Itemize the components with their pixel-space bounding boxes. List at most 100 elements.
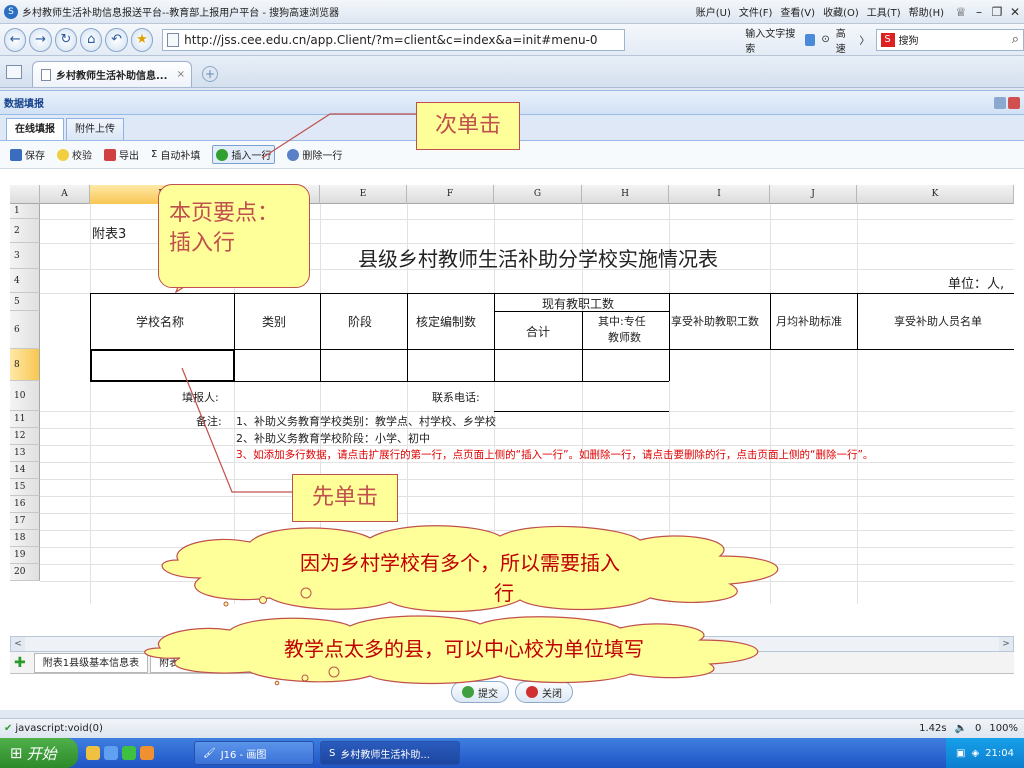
tray-icon[interactable]: ◈ [971, 748, 979, 759]
address-right-tools: 输入文字搜索 ⊙ 高速 〉 [745, 25, 869, 55]
minimize-icon[interactable]: – [970, 5, 988, 19]
close-window-icon[interactable]: ✕ [1006, 5, 1024, 19]
skin-icon[interactable]: ♕ [952, 5, 970, 19]
refresh-icon[interactable]: ↻ [54, 27, 78, 52]
home-icon[interactable]: ⌂ [80, 27, 103, 52]
sheet-tab-2[interactable]: 附表2县级实施情况表 [150, 652, 265, 673]
submit-button[interactable]: 提交 [451, 681, 509, 703]
insert-row-button[interactable]: 插入一行 [212, 145, 276, 164]
taskbar-item-paint[interactable]: 🖌 J16 - 画图 [194, 741, 314, 765]
row-header[interactable]: 6 [10, 311, 40, 349]
panel-close-icon[interactable] [1008, 96, 1020, 109]
start-button[interactable]: ⊞ 开始 [0, 738, 78, 768]
quicklaunch-icon[interactable] [86, 746, 100, 760]
row-header[interactable]: 5 [10, 293, 40, 311]
row-header[interactable]: 8 [10, 349, 40, 381]
network-icon[interactable]: ▣ [956, 748, 965, 759]
new-tab-icon[interactable]: + [202, 66, 218, 82]
clock[interactable]: 21:04 [985, 748, 1014, 759]
windows-logo-icon: ⊞ [10, 744, 23, 762]
quicklaunch-icon[interactable] [122, 746, 136, 760]
panel-restore-icon[interactable] [994, 96, 1006, 109]
row-header[interactable]: 14 [10, 462, 40, 479]
quicklaunch-icon[interactable] [140, 746, 154, 760]
export-button[interactable]: 导出 [104, 147, 139, 162]
add-sheet-icon[interactable]: ✚ [14, 655, 26, 671]
row-header[interactable]: 3 [10, 243, 40, 269]
row-header[interactable]: 13 [10, 445, 40, 462]
row-header[interactable]: 15 [10, 479, 40, 496]
row-header[interactable]: 16 [10, 496, 40, 513]
column-header[interactable]: G [494, 185, 582, 204]
verify-button[interactable]: 校验 [57, 147, 92, 162]
column-header[interactable]: K [857, 185, 1014, 204]
browser-tab[interactable]: 乡村教师生活补助信息... × [32, 61, 192, 87]
search-input[interactable]: S 搜狗 ⌕ [875, 28, 1024, 51]
speed-icon[interactable]: ⊙ [821, 34, 829, 45]
speed-label[interactable]: 高速 [836, 25, 854, 55]
tab-attachment-upload[interactable]: 附件上传 [66, 118, 124, 140]
row-header[interactable]: 17 [10, 513, 40, 530]
tab-online-entry[interactable]: 在线填报 [6, 118, 64, 140]
menu-account[interactable]: 账户(U) [696, 4, 731, 19]
row-header[interactable]: 18 [10, 530, 40, 547]
row-header[interactable]: 11 [10, 411, 40, 428]
menu-favorites[interactable]: 收藏(O) [823, 4, 859, 19]
column-header[interactable]: H [582, 185, 669, 204]
header-monthly-standard: 月均补助标准 [776, 315, 842, 328]
table-border [320, 293, 321, 381]
row-header[interactable]: 1 [10, 204, 40, 219]
quicklaunch-icon[interactable] [104, 746, 118, 760]
table-border [857, 293, 858, 349]
start-label: 开始 [26, 744, 57, 763]
scroll-left-icon[interactable]: < [11, 637, 25, 651]
callout-second-click: 次单击 [416, 102, 520, 150]
sheet-tab-bar: ✚ 附表1县级基本信息表 附表2县级实施情况表 [10, 652, 1014, 674]
column-header[interactable]: I [669, 185, 770, 204]
column-header[interactable]: J [770, 185, 857, 204]
close-button[interactable]: 关闭 [515, 681, 573, 703]
column-header[interactable]: F [407, 185, 494, 204]
corner-cell[interactable] [10, 185, 40, 204]
lightbulb-icon [57, 148, 69, 161]
save-button[interactable]: 保存 [10, 147, 45, 162]
menu-help[interactable]: 帮助(H) [909, 4, 944, 19]
delete-row-button[interactable]: 删除一行 [287, 147, 342, 162]
autofill-button[interactable]: Σ 自动补填 [151, 147, 200, 162]
horizontal-scrollbar[interactable]: < > [10, 636, 1014, 652]
row-header[interactable]: 10 [10, 381, 40, 411]
volume-icon[interactable]: 🔈 [955, 723, 967, 734]
menu-tools[interactable]: 工具(T) [867, 4, 901, 19]
row-header[interactable]: 20 [10, 564, 40, 581]
panel-tools [994, 96, 1020, 109]
status-right: 1.42s 🔈 0 100% [919, 723, 1018, 734]
forward-icon[interactable]: → [29, 27, 52, 52]
url-input[interactable]: http://jss.cee.edu.cn/app.Client/?m=clie… [162, 28, 626, 51]
chevron-right-icon[interactable]: 〉 [860, 32, 870, 47]
menu-view[interactable]: 查看(V) [780, 4, 815, 19]
back-icon[interactable]: ← [4, 27, 27, 52]
sheet-tab-1[interactable]: 附表1县级基本信息表 [33, 652, 149, 673]
taskbar-item-browser[interactable]: S 乡村教师生活补助... [320, 741, 460, 765]
search-icon[interactable]: ⌕ [1012, 32, 1019, 47]
row-header[interactable]: 12 [10, 428, 40, 445]
sidebar-toggle-icon[interactable] [6, 65, 22, 79]
column-header[interactable]: E [320, 185, 407, 204]
table-border [494, 411, 669, 412]
favorite-star-icon[interactable]: ★ [130, 27, 154, 52]
row-header[interactable]: 19 [10, 547, 40, 564]
table-border [407, 293, 408, 381]
tab-close-icon[interactable]: × [177, 69, 185, 80]
zoom-level[interactable]: 100% [989, 723, 1018, 734]
menu-file[interactable]: 文件(F) [739, 4, 773, 19]
undo-icon[interactable]: ↶ [105, 27, 128, 52]
row-header[interactable]: 4 [10, 269, 40, 293]
scroll-right-icon[interactable]: > [999, 637, 1013, 651]
ime-icon[interactable] [804, 33, 816, 46]
restore-icon[interactable]: ❐ [988, 5, 1006, 19]
selected-cell[interactable] [90, 349, 235, 382]
column-header[interactable]: A [40, 185, 90, 204]
table-title: 县级乡村教师生活补助分学校实施情况表 [358, 247, 718, 271]
filler-label: 填报人: [182, 391, 219, 404]
row-header[interactable]: 2 [10, 219, 40, 243]
